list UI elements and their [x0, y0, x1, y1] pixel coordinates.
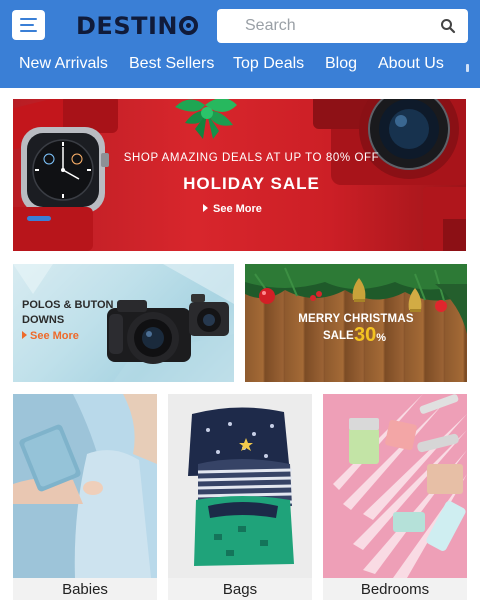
nav-item-new-arrivals[interactable]: New Arrivals: [19, 55, 108, 73]
play-arrow-icon: [203, 204, 208, 212]
promo-christmas-percent: 30%: [354, 324, 387, 346]
nav-item-about-us[interactable]: About Us: [378, 55, 444, 73]
promo-christmas-sale-label: SALE: [323, 330, 354, 342]
promo-banner-polos[interactable]: POLOS & BUTON DOWNS See More: [13, 264, 234, 382]
category-card-babies[interactable]: Babies: [13, 394, 157, 600]
promo-polos-title: POLOS & BUTON DOWNS: [22, 299, 114, 326]
hero-see-more-link[interactable]: See More: [203, 203, 262, 215]
category-image-babies: [13, 394, 157, 578]
category-label-babies: Babies: [13, 578, 157, 600]
play-arrow-icon: [22, 331, 27, 339]
menu-icon[interactable]: [12, 10, 45, 40]
category-label-bedrooms: Bedrooms: [323, 578, 467, 600]
category-image-bedrooms: [323, 394, 467, 578]
nav-overflow-indicator: [466, 64, 469, 72]
top-header: DESTIN New Arrivals Best Sellers Top Dea…: [0, 0, 480, 88]
hero-banner[interactable]: SHOP AMAZING DEALS AT UP TO 80% OFF HOLI…: [13, 99, 466, 251]
main-nav: New Arrivals Best Sellers Top Deals Blog…: [0, 55, 480, 81]
category-card-bedrooms[interactable]: Bedrooms: [323, 394, 467, 600]
hero-subtitle: SHOP AMAZING DEALS AT UP TO 80% OFF: [123, 152, 380, 164]
nav-item-top-deals[interactable]: Top Deals: [233, 55, 304, 73]
carousel-indicator[interactable]: [27, 216, 51, 221]
nav-item-blog[interactable]: Blog: [325, 55, 357, 73]
nav-item-best-sellers[interactable]: Best Sellers: [129, 55, 214, 73]
search-input[interactable]: [217, 9, 468, 43]
promo-banner-christmas[interactable]: MERRY CHRISTMAS SALE 30%: [245, 264, 467, 382]
promo-polos-see-more-link[interactable]: See More: [22, 330, 79, 342]
category-card-bags[interactable]: Bags: [168, 394, 312, 600]
search-icon[interactable]: [440, 18, 456, 34]
category-label-bags: Bags: [168, 578, 312, 600]
hero-title: HOLIDAY SALE: [183, 174, 320, 193]
brand-logo[interactable]: DESTIN: [76, 12, 198, 40]
category-image-bags: [168, 394, 312, 578]
